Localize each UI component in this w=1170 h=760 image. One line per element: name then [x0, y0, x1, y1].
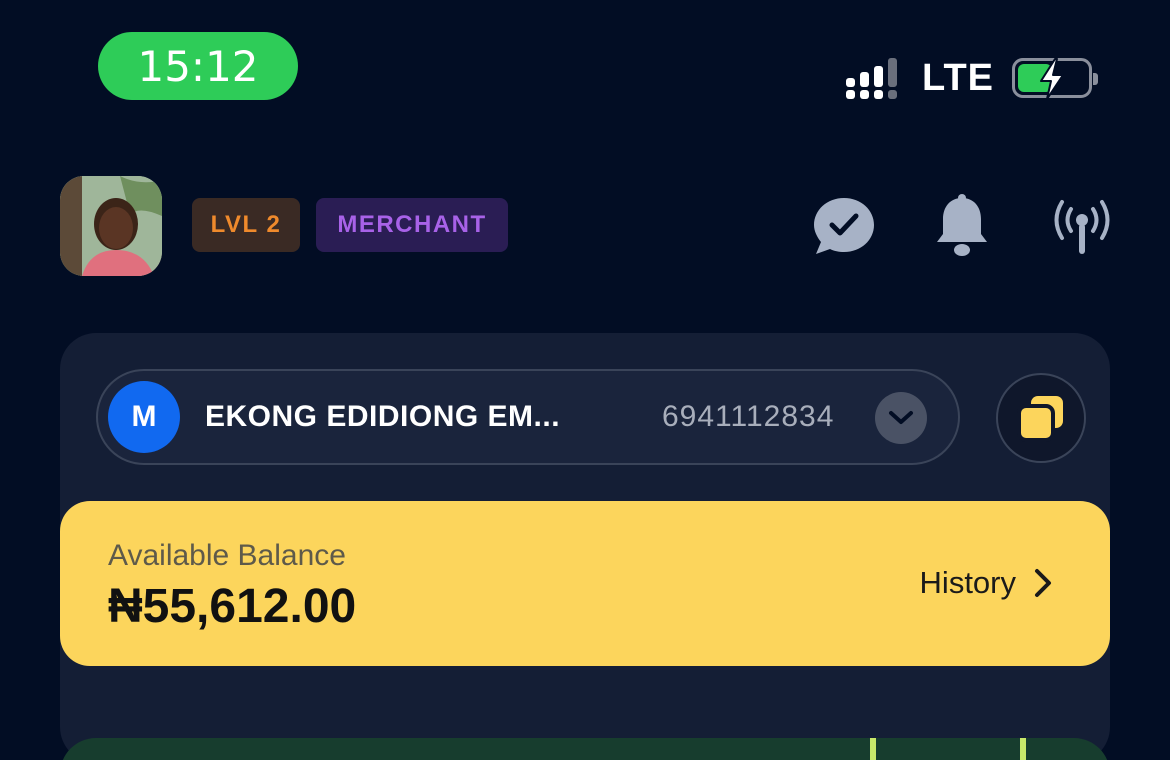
account-name: EKONG EDIDIONG EM...: [205, 400, 561, 433]
balance-card: Available Balance ₦55,612.00 History: [60, 501, 1110, 666]
copy-icon: [1017, 396, 1063, 442]
status-indicators: LTE: [846, 56, 1098, 100]
promo-card[interactable]: [60, 738, 1110, 760]
history-link[interactable]: History: [920, 565, 1052, 601]
broadcast-icon[interactable]: [1052, 194, 1112, 263]
avatar[interactable]: [60, 176, 162, 276]
promo-accent-line: [870, 738, 876, 760]
battery-charging-icon: [1012, 58, 1098, 100]
chevron-down-icon[interactable]: [875, 392, 927, 444]
bank-logo-icon: M: [108, 381, 180, 453]
network-type: LTE: [922, 56, 994, 99]
status-time: 15:12: [98, 32, 298, 100]
chat-check-icon[interactable]: [812, 194, 876, 263]
level-badge: LVL 2: [192, 198, 300, 252]
promo-accent-line: [1020, 738, 1026, 760]
cellular-signal-icon: [846, 56, 904, 100]
copy-account-button[interactable]: [996, 373, 1086, 463]
merchant-badge: MERCHANT: [316, 198, 508, 252]
account-number: 6941112834: [662, 400, 835, 433]
notification-bell-icon[interactable]: [934, 194, 990, 263]
balance-amount: ₦55,612.00: [108, 580, 357, 633]
balance-label: Available Balance: [108, 539, 346, 572]
history-label: History: [919, 565, 1016, 600]
chevron-right-icon: [1035, 569, 1051, 597]
